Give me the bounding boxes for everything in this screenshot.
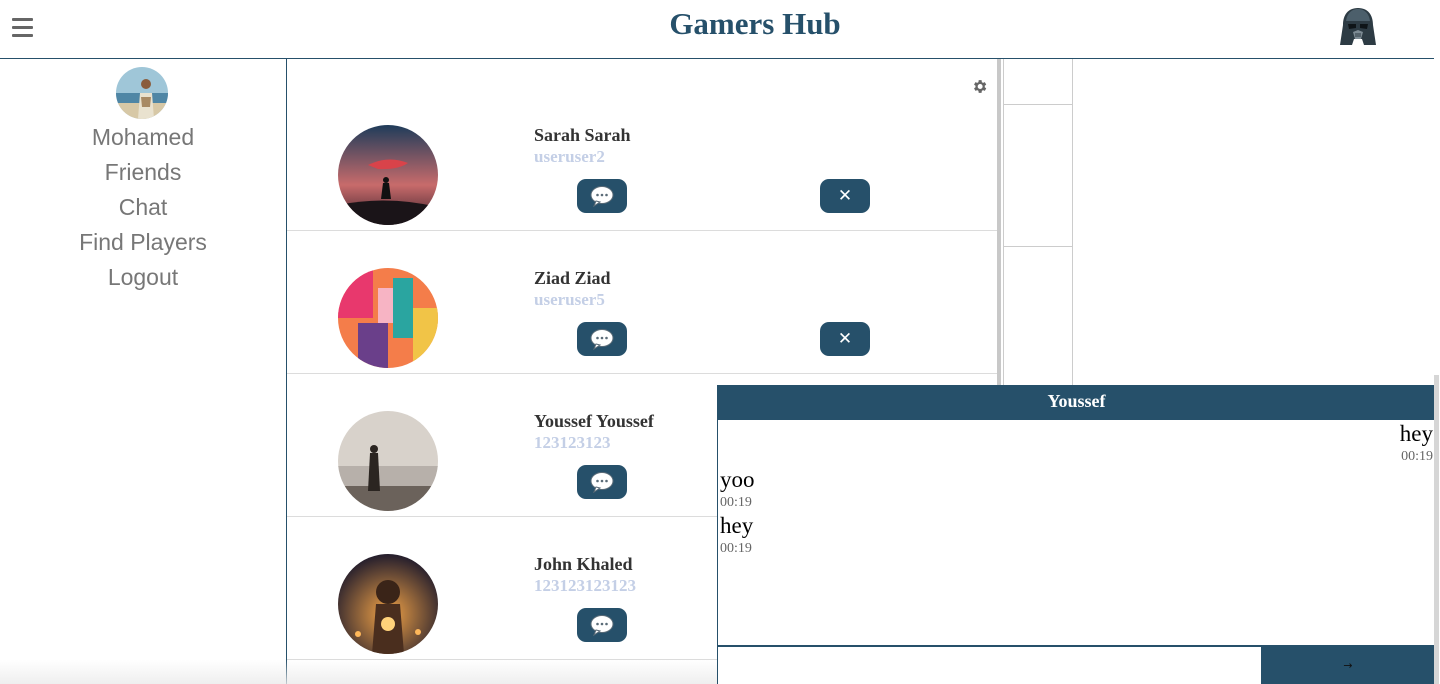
friend-row: Ziad Ziad useruser5 ✕ [287, 231, 998, 374]
chat-message-text: hey [1399, 421, 1433, 446]
chat-button[interactable] [577, 608, 627, 642]
remove-friend-button[interactable]: ✕ [820, 179, 870, 213]
chat-button[interactable] [577, 322, 627, 356]
darth-vader-helmet-icon[interactable] [1336, 5, 1380, 49]
friend-avatar [338, 268, 438, 368]
sidebar-link-friends[interactable]: Friends [0, 159, 286, 186]
friend-username: 123123123123 [534, 576, 636, 595]
chat-message-text: yoo [720, 467, 755, 492]
send-button[interactable]: → [1261, 647, 1435, 684]
friend-avatar [338, 411, 438, 511]
friend-username: 123123123 [534, 433, 611, 452]
user-name: Mohamed [91, 124, 195, 150]
sidebar-link-chat[interactable]: Chat [0, 194, 286, 221]
app-title: Gamers Hub [669, 6, 841, 41]
friend-name: Sarah Sarah [534, 125, 631, 145]
chat-message-time: 00:19 [1401, 449, 1433, 464]
friend-username: useruser2 [534, 147, 605, 166]
remove-friend-button[interactable]: ✕ [820, 322, 870, 356]
divider [1004, 104, 1072, 105]
online-list-column [1003, 59, 1073, 385]
sidebar-link-logout[interactable]: Logout [0, 264, 286, 291]
friend-name: Youssef Youssef [534, 411, 654, 431]
friend-username: useruser5 [534, 290, 605, 309]
chat-message-time: 00:19 [720, 541, 752, 556]
sidebar-link-find-players[interactable]: Find Players [0, 229, 286, 256]
chat-message-time: 00:19 [720, 495, 752, 510]
sidebar: Mohamed Friends Chat Find Players Logout [0, 59, 286, 684]
friend-name: Ziad Ziad [534, 268, 611, 288]
chat-button[interactable] [577, 465, 627, 499]
speech-bubble-icon [590, 472, 614, 493]
friend-avatar [338, 125, 438, 225]
chat-header-title[interactable]: Youssef [718, 385, 1435, 420]
top-header: Gamers Hub [0, 0, 1434, 59]
chat-scrollbar[interactable] [1434, 375, 1439, 684]
chat-button[interactable] [577, 179, 627, 213]
friend-avatar [338, 554, 438, 654]
speech-bubble-icon [590, 186, 614, 207]
speech-bubble-icon [590, 329, 614, 350]
message-input[interactable] [718, 647, 1260, 684]
divider [1004, 246, 1072, 247]
friend-row: Sarah Sarah useruser2 ✕ [287, 88, 998, 231]
speech-bubble-icon [590, 615, 614, 636]
chat-window: Youssef hey 00:19 yoo 00:19 hey 00:19 → [717, 385, 1435, 684]
chat-message-text: hey [720, 513, 754, 538]
friend-name: John Khaled [534, 554, 633, 574]
friends-scrollbar[interactable] [997, 59, 1001, 385]
user-avatar[interactable] [116, 67, 168, 119]
